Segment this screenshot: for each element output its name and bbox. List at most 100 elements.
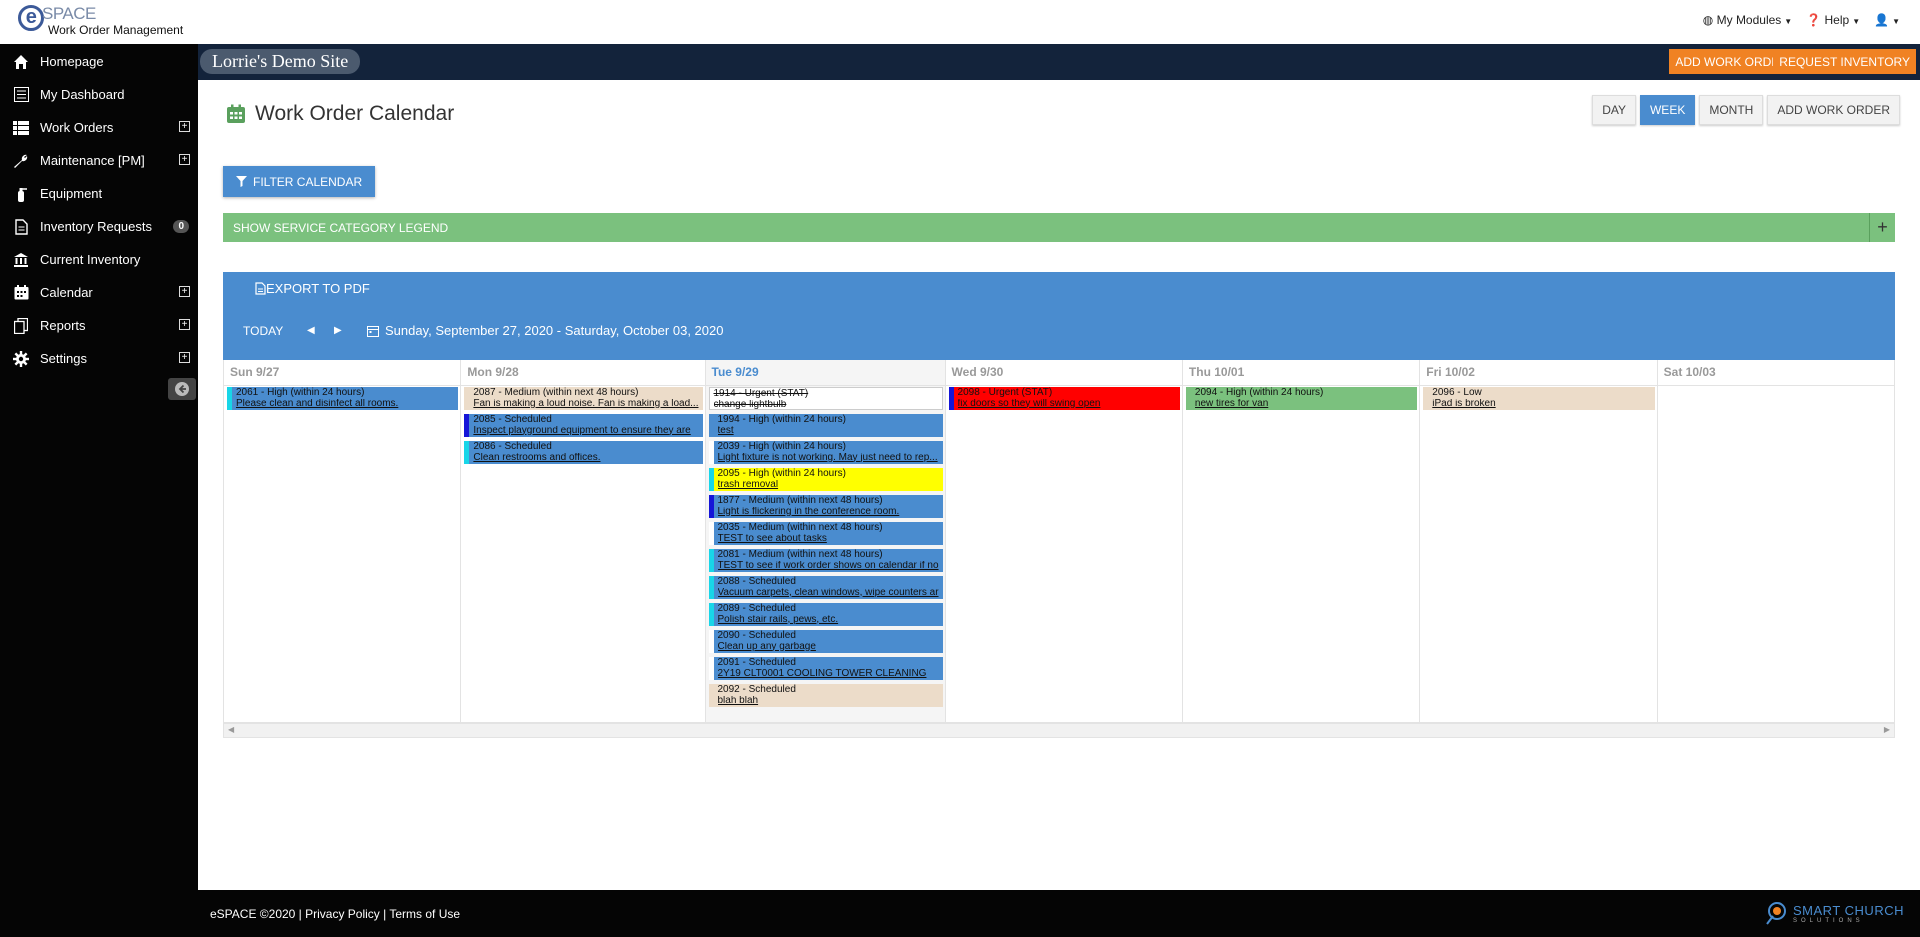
calendar-event[interactable]: 2096 - Low iPad is broken (1423, 387, 1655, 410)
sidebar-item-my-dashboard[interactable]: My Dashboard (0, 78, 198, 111)
expand-plus-icon[interactable]: + (179, 352, 190, 363)
sidebar-item-homepage[interactable]: Homepage (0, 45, 198, 78)
sidebar-item-work-orders[interactable]: Work Orders + (0, 111, 198, 144)
today-button[interactable]: TODAY (243, 324, 283, 338)
calendar-event[interactable]: 2081 - Medium (within next 48 hours) TEST… (708, 549, 943, 572)
espace-logo[interactable]: e SPACE Work Order Management (18, 4, 183, 37)
expand-plus-icon[interactable]: + (179, 319, 190, 330)
calendar-event[interactable]: 2095 - High (within 24 hours) trash remov… (708, 468, 943, 491)
event-description: TEST to see about tasks (717, 533, 827, 544)
prev-week-icon[interactable]: ◀ (307, 325, 315, 336)
day-column[interactable]: Sun 9/27 2061 - High (within 24 hours) Ple… (224, 360, 462, 722)
sidebar-item-current-inventory[interactable]: Current Inventory (0, 243, 198, 276)
sidebar-item-maintenance-pm[interactable]: Maintenance [PM] + (0, 144, 198, 177)
footer-links[interactable]: eSPACE ©2020 | Privacy Policy | Terms of… (210, 907, 460, 921)
site-bar: Lorrie's Demo Site ADD WORK ORDER REQUES… (198, 44, 1920, 80)
event-title: 2088 - Scheduled (717, 576, 796, 587)
export-pdf-button[interactable]: EXPORT TO PDF (255, 281, 370, 296)
month-view-button[interactable]: MONTH (1699, 95, 1764, 125)
event-title: 2035 - Medium (within next 48 hours) (717, 522, 883, 533)
view-switcher: DAY WEEK MONTH ADD WORK ORDER (1592, 95, 1900, 125)
calendar-event[interactable]: 2035 - Medium (within next 48 hours) TEST… (708, 522, 943, 545)
event-title: 1877 - Medium (within next 48 hours) (717, 495, 883, 506)
smart-church-subtext: SOLUTIONS (1793, 917, 1864, 924)
event-description: Light is flickering in the conference ro… (717, 506, 900, 517)
calendar-event[interactable]: 2086 - Scheduled Clean restrooms and offi… (464, 441, 703, 464)
calendar-event[interactable]: 2098 - Urgent (STAT) fix doors so they wi… (948, 387, 1180, 410)
calendar-event[interactable]: 2090 - Scheduled Clean up any garbage (708, 630, 943, 653)
sidebar-item-reports[interactable]: Reports + (0, 309, 198, 342)
sidebar-item-label: Settings (40, 351, 87, 366)
calendar-event[interactable]: 2039 - High (within 24 hours) Light fixtu… (708, 441, 943, 464)
table-icon (12, 119, 30, 137)
day-column[interactable]: Mon 9/28 2087 - Medium (within next 48 ho… (461, 360, 706, 722)
calendar-event[interactable]: 2092 - Scheduled blah blah (708, 684, 943, 707)
collapse-sidebar-button[interactable] (168, 378, 196, 400)
filter-icon (236, 176, 247, 187)
chevron-down-icon: ▼ (1852, 17, 1861, 26)
event-description: Vacuum carpets, clean windows, wipe coun… (717, 587, 939, 598)
sidebar-item-label: Equipment (40, 186, 103, 201)
sidebar-item-label: Homepage (40, 54, 104, 69)
expand-plus-icon[interactable]: + (179, 286, 190, 297)
user-menu[interactable]: 👤 ▼ (1874, 13, 1900, 27)
sidebar-item-equipment[interactable]: Equipment (0, 177, 198, 210)
day-view-button[interactable]: DAY (1592, 95, 1636, 125)
horizontal-scrollbar[interactable]: ◀ ▶ (223, 723, 1895, 738)
sidebar-item-label: Current Inventory (40, 252, 141, 267)
calendar-event[interactable]: 2089 - Scheduled Polish stair rails, pews… (708, 603, 943, 626)
event-description: Light fixture is not working. May just n… (717, 452, 938, 463)
day-column[interactable]: Wed 9/30 2098 - Urgent (STAT) fix doors so… (945, 360, 1183, 722)
count-badge: 0 (173, 220, 189, 233)
week-view-button[interactable]: WEEK (1639, 95, 1696, 125)
day-column[interactable]: Sat 10/03 (1657, 360, 1895, 722)
sidebar-item-label: My Dashboard (40, 87, 125, 102)
calendar-event[interactable]: 2088 - Scheduled Vacuum carpets, clean wi… (708, 576, 943, 599)
sidebar-item-label: Calendar (40, 285, 93, 300)
day-column[interactable]: Fri 10/02 2096 - Low iPad is broken (1420, 360, 1658, 722)
scroll-right-icon[interactable]: ▶ (1884, 725, 1890, 734)
calendar-event[interactable]: 1877 - Medium (within next 48 hours) Ligh… (708, 495, 943, 518)
help-menu[interactable]: ❓ Help ▼ (1806, 13, 1860, 27)
calendar-event[interactable]: 1914 - Urgent (STAT) change lightbulb (708, 387, 943, 410)
day-column[interactable]: Thu 10/01 2094 - High (within 24 hours) ne… (1182, 360, 1421, 722)
calendar-event[interactable]: 2094 - High (within 24 hours) new tires f… (1185, 387, 1418, 410)
sidebar-item-inventory-requests[interactable]: Inventory Requests 0 (0, 210, 198, 243)
scroll-left-icon[interactable]: ◀ (228, 725, 234, 734)
add-work-order-view-button[interactable]: ADD WORK ORDER (1767, 95, 1900, 125)
arrow-left-circle-icon (175, 382, 189, 396)
calendar-event[interactable]: 2085 - Scheduled Inspect playground equip… (464, 414, 703, 437)
site-name[interactable]: Lorrie's Demo Site (200, 49, 361, 74)
day-column[interactable]: Tue 9/29 1914 - Urgent (STAT) change light… (705, 360, 946, 722)
sidebar-item-calendar[interactable]: Calendar + (0, 276, 198, 309)
service-category-legend-bar[interactable]: SHOW SERVICE CATEGORY LEGEND + (223, 213, 1895, 242)
sidebar-item-settings[interactable]: Settings + (0, 342, 198, 375)
calendar-event[interactable]: 2061 - High (within 24 hours) Please clea… (227, 387, 459, 410)
expand-plus-icon[interactable]: + (179, 154, 190, 165)
day-header: Mon 9/28 (461, 360, 705, 386)
calendar-event[interactable]: 2087 - Medium (within next 48 hours) Fan … (464, 387, 703, 410)
day-header: Wed 9/30 (945, 360, 1182, 386)
top-nav: ◍ My Modules ▼ ❓ Help ▼ 👤 ▼ (1703, 13, 1900, 27)
logo-e-icon: e (18, 5, 44, 31)
event-description: Clean restrooms and offices. (473, 452, 601, 463)
user-icon: 👤 (1874, 13, 1890, 27)
my-modules-label: My Modules (1716, 13, 1782, 27)
event-description: iPad is broken (1432, 398, 1496, 409)
event-description: blah blah (717, 695, 759, 706)
calendar-event[interactable]: 1994 - High (within 24 hours) test (708, 414, 943, 437)
event-title: 2095 - High (within 24 hours) (717, 468, 846, 479)
smart-church-text: SMART CHURCH (1793, 902, 1904, 918)
bank-icon (12, 251, 30, 269)
smart-church-wordmark: SMART CHURCH SOLUTIONS (1793, 903, 1904, 924)
filter-calendar-button[interactable]: FILTER CALENDAR (223, 166, 376, 197)
event-title: 2098 - Urgent (STAT) (957, 387, 1053, 398)
expand-plus-icon[interactable]: + (179, 121, 190, 132)
next-week-icon[interactable]: ▶ (334, 325, 342, 336)
filter-calendar-label: FILTER CALENDAR (253, 174, 363, 189)
sidebar: Homepage My Dashboard Work Orders + Maintena… (0, 44, 198, 937)
expand-plus-icon[interactable]: + (1869, 213, 1895, 242)
request-inventory-button[interactable]: REQUEST INVENTORY (1773, 49, 1916, 74)
calendar-event[interactable]: 2091 - Scheduled 2Y19 CLT0001 COOLING TOW… (708, 657, 943, 680)
my-modules-menu[interactable]: ◍ My Modules ▼ (1703, 13, 1792, 27)
